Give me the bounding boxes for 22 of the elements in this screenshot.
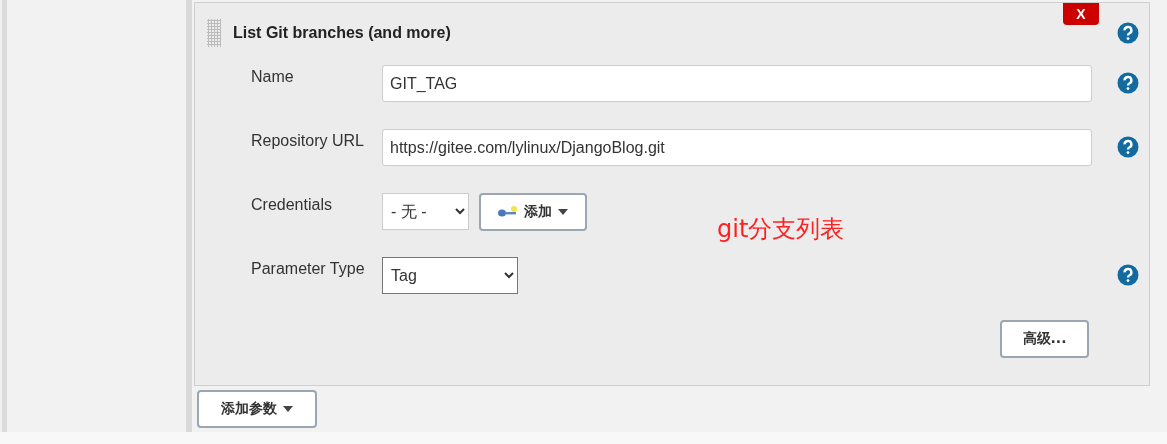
caret-icon — [558, 209, 568, 215]
field-label: Parameter Type — [251, 259, 366, 278]
field-label: Name — [251, 67, 295, 86]
field-label: Credentials — [251, 195, 333, 214]
help-icon[interactable] — [1117, 136, 1139, 158]
credentials-select[interactable]: - 无 - — [382, 193, 469, 230]
panel-title: List Git branches (and more) — [233, 24, 451, 42]
help-icon[interactable] — [1117, 72, 1139, 94]
drag-handle-icon[interactable] — [207, 19, 221, 47]
text-field[interactable]: GIT_TAG — [382, 65, 1092, 102]
help-icon[interactable] — [1117, 264, 1139, 286]
add-parameter-button[interactable]: 添加参数 — [197, 390, 317, 428]
advanced-button[interactable]: 高级... — [1000, 320, 1089, 358]
add-credentials-button[interactable]: 添加 — [479, 193, 587, 231]
key-icon — [498, 206, 518, 218]
caret-icon — [283, 406, 293, 412]
text-field[interactable]: https://gitee.com/lylinux/DjangoBlog.git — [382, 129, 1092, 166]
delete-button[interactable]: X — [1063, 3, 1099, 25]
field-label: Repository URL — [251, 131, 365, 150]
annotation-text: git分支列表 — [717, 214, 845, 245]
help-icon[interactable] — [1117, 22, 1139, 44]
parameter-type-select[interactable]: Tag — [382, 257, 518, 294]
